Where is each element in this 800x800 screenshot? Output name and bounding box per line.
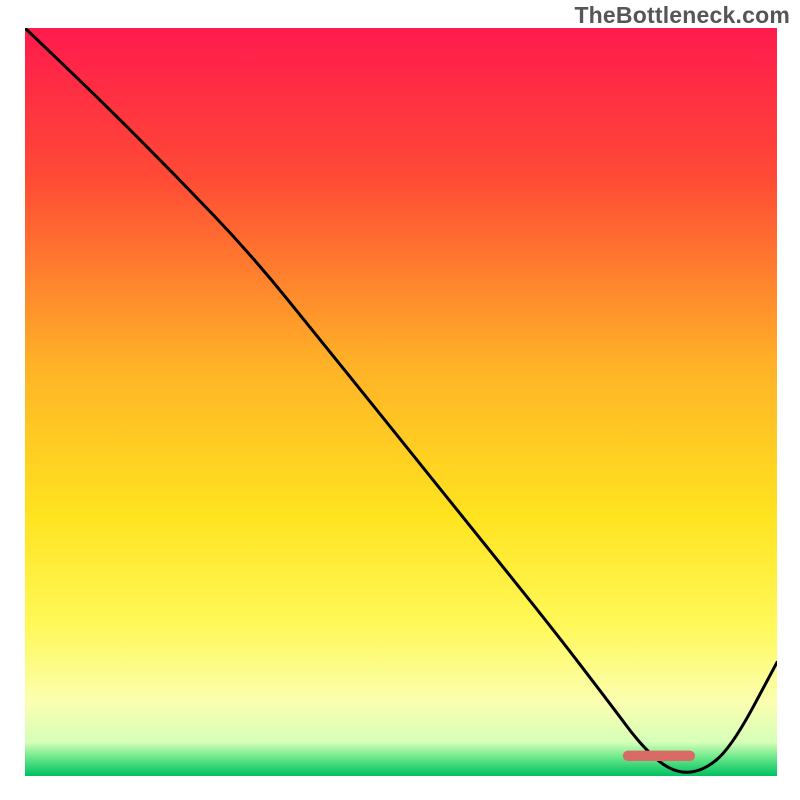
optimum-marker xyxy=(623,751,695,761)
bottleneck-chart xyxy=(0,0,800,800)
plot-background xyxy=(25,28,777,776)
attribution-text: TheBottleneck.com xyxy=(574,2,790,29)
chart-stage: TheBottleneck.com xyxy=(0,0,800,800)
